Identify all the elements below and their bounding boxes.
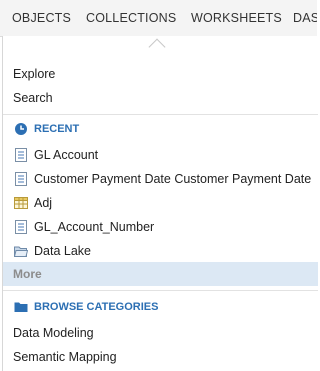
menu-divider <box>3 114 318 115</box>
menu-item-search[interactable]: Search <box>3 86 318 110</box>
clock-icon <box>15 123 27 135</box>
recent-item-label: Customer Payment Date Customer Payment D… <box>34 172 312 186</box>
category-item-data-modeling[interactable]: Data Modeling <box>3 321 318 345</box>
recent-item-label: Data Lake <box>34 244 91 258</box>
recent-item-label: GL_Account_Number <box>34 220 155 234</box>
recent-item-label: GL Account <box>34 148 99 162</box>
recent-item-customer-payment-date[interactable]: Customer Payment Date Customer Payment D… <box>3 167 318 191</box>
tab-dashboards[interactable]: DAS <box>293 11 317 25</box>
menu-item-label: Search <box>13 91 53 105</box>
category-item-label: Data Modeling <box>13 326 94 340</box>
tab-collections[interactable]: COLLECTIONS <box>86 11 176 25</box>
menu-item-label: Explore <box>13 67 56 81</box>
tab-objects[interactable]: OBJECTS <box>12 11 71 25</box>
dropdown-caret <box>148 38 166 56</box>
table-icon <box>14 197 28 209</box>
browse-categories-title: BROWSE CATEGORIES <box>34 301 159 313</box>
objects-dropdown-menu: Explore Search RECENT GL Account Custome… <box>2 36 318 371</box>
more-label: More <box>13 267 42 281</box>
document-icon <box>15 172 27 186</box>
recent-item-gl-account-number[interactable]: GL_Account_Number <box>3 215 318 239</box>
top-nav-bar: OBJECTS COLLECTIONS WORKSHEETS DAS <box>0 0 317 37</box>
recent-item-data-lake[interactable]: Data Lake <box>3 239 318 263</box>
folder-icon <box>14 302 28 312</box>
recent-item-label: Adj <box>34 196 53 210</box>
document-icon <box>15 220 27 234</box>
recent-section-header: RECENT <box>3 118 318 140</box>
recent-section-title: RECENT <box>34 123 80 135</box>
menu-item-explore[interactable]: Explore <box>3 62 318 86</box>
tab-worksheets[interactable]: WORKSHEETS <box>191 11 282 25</box>
folder-open-icon <box>14 246 28 257</box>
category-item-label: Semantic Mapping <box>13 350 117 364</box>
recent-item-gl-account[interactable]: GL Account <box>3 143 318 167</box>
category-item-semantic-mapping[interactable]: Semantic Mapping <box>3 345 318 369</box>
more-button[interactable]: More <box>3 262 318 286</box>
recent-item-adj[interactable]: Adj <box>3 191 318 215</box>
browse-categories-section-header: BROWSE CATEGORIES <box>3 296 318 318</box>
menu-divider <box>3 290 318 291</box>
document-icon <box>15 148 27 162</box>
